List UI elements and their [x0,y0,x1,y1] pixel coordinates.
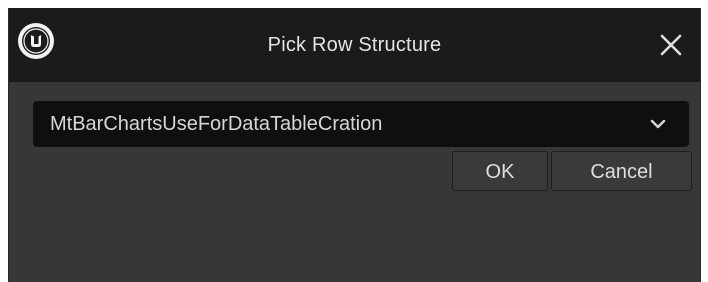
pick-row-structure-dialog: Pick Row Structure MtBarChartsUseForData… [8,8,701,282]
chevron-down-icon [650,119,666,129]
cancel-button[interactable]: Cancel [551,151,692,191]
close-icon [660,34,682,56]
close-button[interactable] [656,30,686,60]
ok-button[interactable]: OK [452,151,548,191]
row-structure-dropdown[interactable]: MtBarChartsUseForDataTableCration [33,101,689,147]
dialog-titlebar[interactable]: Pick Row Structure [9,8,700,82]
dialog-title: Pick Row Structure [267,34,442,56]
row-structure-selected-value: MtBarChartsUseForDataTableCration [50,113,383,135]
